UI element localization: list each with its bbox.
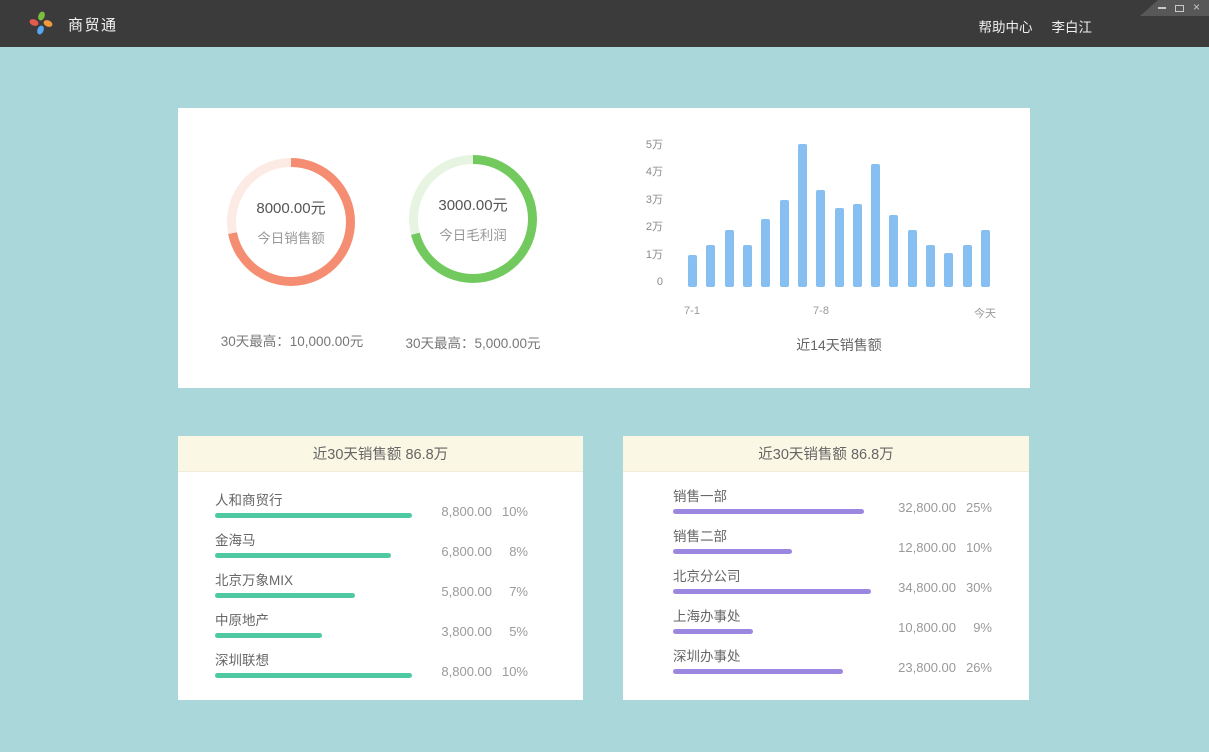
bar xyxy=(725,230,734,287)
rank-row-amount: 5,800.00 xyxy=(420,584,492,599)
bar xyxy=(780,200,789,287)
today-sales-amount: 8000.00元 xyxy=(256,197,325,218)
rank-row-amount: 8,800.00 xyxy=(420,504,492,519)
bar-chart-y-axis: 5万 4万 3万 2万 1万 0 xyxy=(578,139,663,289)
rank-row-bar xyxy=(673,629,753,634)
today-profit-amount: 3000.00元 xyxy=(438,194,507,215)
rank-row-bar xyxy=(215,553,391,558)
bar xyxy=(889,215,898,287)
bar xyxy=(908,230,917,287)
pinwheel-logo-icon xyxy=(28,10,54,36)
bar xyxy=(688,255,697,287)
rank-row-amount: 32,800.00 xyxy=(884,500,956,515)
x-tick: 7-1 xyxy=(684,305,700,317)
y-tick: 2万 xyxy=(646,221,663,233)
rank-row: 北京分公司 34,800.0030% xyxy=(673,568,992,608)
bar-chart-bars xyxy=(688,137,990,287)
help-center-link[interactable]: 帮助中心 xyxy=(979,16,1033,36)
rank-row-percent: 9% xyxy=(956,620,992,635)
window-controls: × xyxy=(1140,0,1209,16)
x-tick: 今天 xyxy=(974,305,996,321)
rank-row-bar xyxy=(215,673,412,678)
y-tick: 4万 xyxy=(646,166,663,178)
today-profit-donut-text: 3000.00元 今日毛利润 xyxy=(409,155,537,283)
bar xyxy=(761,219,770,287)
x-tick: 7-8 xyxy=(813,305,829,317)
bar xyxy=(871,164,880,287)
customer-rank-title: 近30天销售额 86.8万 xyxy=(178,436,583,472)
rank-row-amount: 34,800.00 xyxy=(884,580,956,595)
rank-row-amount: 8,800.00 xyxy=(420,664,492,679)
rank-row-bar xyxy=(673,509,864,514)
today-sales-donut: 8000.00元 今日销售额 xyxy=(227,158,355,286)
rank-row-percent: 10% xyxy=(492,664,528,679)
rank-row: 中原地产 3,800.005% xyxy=(215,612,528,652)
rank-row: 上海办事处 10,800.009% xyxy=(673,608,992,648)
rank-row-percent: 8% xyxy=(492,544,528,559)
bar xyxy=(816,190,825,287)
rank-row-amount: 10,800.00 xyxy=(884,620,956,635)
today-profit-caption: 今日毛利润 xyxy=(439,224,507,244)
rank-row-percent: 5% xyxy=(492,624,528,639)
rank-row-amount: 23,800.00 xyxy=(884,660,956,675)
bar xyxy=(981,230,990,287)
rank-row: 人和商贸行 8,800.0010% xyxy=(215,492,528,532)
rank-row-amount: 3,800.00 xyxy=(420,624,492,639)
today-profit-30d-max: 30天最高：5,000.00元 xyxy=(343,332,603,348)
bar xyxy=(853,204,862,287)
rank-row-bar xyxy=(215,633,322,638)
customer-rank-list: 人和商贸行 8,800.0010% 金海马 6,800.008% 北京万象MIX… xyxy=(178,472,583,692)
rank-row-bar xyxy=(673,549,792,554)
bar xyxy=(944,253,953,287)
overview-card: 8000.00元 今日销售额 30天最高：10,000.00元 3000.00元… xyxy=(178,108,1030,388)
app-window: 商贸通 帮助中心 李白江 × 8000.00元 今日销售额 30天最高：10,0… xyxy=(0,0,1209,752)
maximize-icon[interactable] xyxy=(1175,5,1184,12)
today-sales-caption: 今日销售额 xyxy=(257,227,325,247)
rank-row-percent: 10% xyxy=(956,540,992,555)
close-icon[interactable]: × xyxy=(1193,2,1200,14)
rank-row: 深圳联想 8,800.0010% xyxy=(215,652,528,692)
rank-row: 深圳办事处 23,800.0026% xyxy=(673,648,992,688)
department-rank-card: 近30天销售额 86.8万 销售一部 32,800.0025% 销售二部 12,… xyxy=(623,436,1029,700)
today-profit-donut: 3000.00元 今日毛利润 xyxy=(409,155,537,283)
rank-row-bar xyxy=(215,593,355,598)
rank-row: 金海马 6,800.008% xyxy=(215,532,528,572)
rank-row-amount: 6,800.00 xyxy=(420,544,492,559)
y-tick: 3万 xyxy=(646,194,663,206)
department-rank-title: 近30天销售额 86.8万 xyxy=(623,436,1029,472)
bar xyxy=(706,245,715,287)
department-rank-list: 销售一部 32,800.0025% 销售二部 12,800.0010% 北京分公… xyxy=(623,472,1029,688)
username-menu[interactable]: 李白江 xyxy=(1052,16,1093,36)
y-tick: 5万 xyxy=(646,139,663,151)
rank-row: 销售二部 12,800.0010% xyxy=(673,528,992,568)
rank-row-bar xyxy=(673,589,871,594)
rank-row-bar xyxy=(673,669,843,674)
minimize-icon[interactable] xyxy=(1158,7,1166,9)
titlebar: 商贸通 帮助中心 李白江 × xyxy=(0,0,1209,47)
y-tick: 0 xyxy=(657,276,663,288)
customer-rank-card: 近30天销售额 86.8万 人和商贸行 8,800.0010% 金海马 6,80… xyxy=(178,436,583,700)
rank-row-percent: 30% xyxy=(956,580,992,595)
rank-row-bar xyxy=(215,513,412,518)
rank-row: 销售一部 32,800.0025% xyxy=(673,488,992,528)
rank-row-percent: 7% xyxy=(492,584,528,599)
rank-row-percent: 10% xyxy=(492,504,528,519)
bar xyxy=(743,245,752,287)
bar xyxy=(926,245,935,287)
bar xyxy=(963,245,972,287)
app-title: 商贸通 xyxy=(68,14,118,35)
bar-chart-title: 近14天销售额 xyxy=(688,335,990,355)
y-tick: 1万 xyxy=(646,249,663,261)
rank-row-amount: 12,800.00 xyxy=(884,540,956,555)
bar xyxy=(835,208,844,287)
bar xyxy=(798,144,807,287)
today-sales-donut-text: 8000.00元 今日销售额 xyxy=(227,158,355,286)
titlebar-nav: 帮助中心 李白江 xyxy=(979,16,1093,36)
rank-row-percent: 26% xyxy=(956,660,992,675)
rank-row: 北京万象MIX 5,800.007% xyxy=(215,572,528,612)
rank-row-percent: 25% xyxy=(956,500,992,515)
